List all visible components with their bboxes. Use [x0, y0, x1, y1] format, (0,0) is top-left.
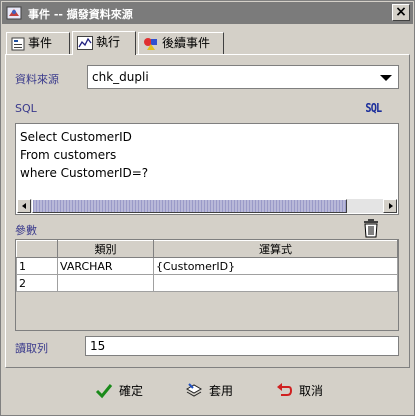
sql-label: SQL [15, 102, 37, 115]
sql-line: where CustomerID=? [20, 166, 149, 180]
scroll-thumb[interactable] [32, 199, 347, 213]
chart-icon [77, 35, 93, 50]
params-table: 類別 運算式 1 VARCHAR {CustomerID} 2 [16, 240, 398, 292]
apply-label: 套用 [209, 384, 234, 398]
datasource-select[interactable]: chk_dupli [87, 65, 399, 89]
dialog-window: 事件 -- 擷發資料來源 × 事件 執行 後續事件 資料來源 chk_dupli… [0, 0, 415, 416]
row-number: 1 [16, 257, 58, 275]
table-header-row: 類別 運算式 [16, 240, 398, 258]
tab-execute[interactable]: 執行 [72, 31, 136, 55]
cancel-button[interactable]: 取消 [275, 381, 335, 401]
expression-cell[interactable]: {CustomerID} [153, 257, 398, 275]
apply-icon [185, 383, 203, 397]
row-number: 2 [16, 274, 58, 292]
tab-execute-label: 執行 [96, 35, 121, 49]
scroll-right-button[interactable] [383, 199, 397, 213]
tab-followup-label: 後續事件 [162, 36, 211, 50]
read-rows-input[interactable]: 15 [85, 336, 399, 356]
tab-event-label: 事件 [28, 36, 53, 50]
ok-button[interactable]: 確定 [95, 381, 155, 401]
tab-followup-event[interactable]: 後續事件 [138, 32, 224, 54]
chevron-down-icon [380, 75, 392, 81]
sql-builder-icon[interactable]: SQL [365, 101, 382, 115]
table-row[interactable]: 1 VARCHAR {CustomerID} [16, 257, 398, 275]
shapes-icon [144, 37, 157, 50]
params-label: 參數 [15, 224, 37, 237]
row-number-header [16, 240, 58, 258]
window-title: 事件 -- 擷發資料來源 [28, 8, 133, 21]
read-rows-label: 讀取列 [15, 342, 48, 355]
ok-label: 確定 [119, 384, 144, 398]
scroll-left-button[interactable] [17, 199, 31, 213]
datasource-value: chk_dupli [92, 70, 149, 84]
apply-button[interactable]: 套用 [185, 381, 245, 401]
sql-editor[interactable]: Select CustomerID From customers where C… [15, 123, 399, 215]
params-table-container: 類別 運算式 1 VARCHAR {CustomerID} 2 [15, 239, 399, 331]
sql-line: From customers [20, 148, 117, 162]
arrow-right-icon [389, 203, 393, 209]
sql-line: Select CustomerID [20, 130, 132, 144]
form-icon [11, 37, 25, 50]
expression-cell[interactable] [153, 274, 398, 292]
app-icon [6, 6, 22, 20]
column-header[interactable]: 運算式 [153, 240, 398, 258]
horizontal-scrollbar[interactable] [17, 199, 397, 213]
trash-icon[interactable] [362, 218, 380, 238]
type-cell[interactable]: VARCHAR [57, 257, 154, 275]
type-cell[interactable] [57, 274, 154, 292]
checkmark-icon [95, 384, 113, 399]
cancel-label: 取消 [299, 384, 324, 398]
title-bar[interactable]: 事件 -- 擷發資料來源 × [2, 2, 413, 24]
datasource-label: 資料來源 [15, 73, 59, 86]
close-button[interactable]: × [392, 4, 410, 21]
arrow-left-icon [22, 203, 26, 209]
undo-icon [277, 383, 293, 396]
table-row[interactable]: 2 [16, 274, 398, 292]
tab-event[interactable]: 事件 [6, 32, 70, 54]
column-header[interactable]: 類別 [57, 240, 154, 258]
